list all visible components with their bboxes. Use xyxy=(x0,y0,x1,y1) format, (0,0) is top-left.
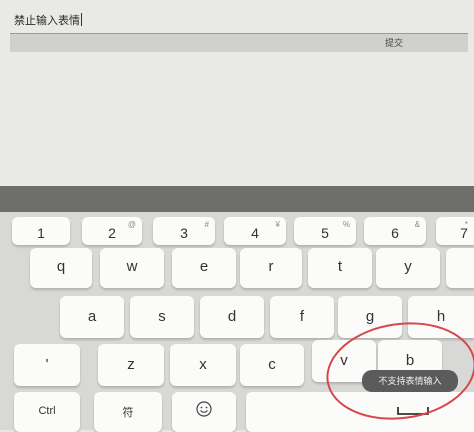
key-sublabel: * xyxy=(464,220,468,229)
key-q[interactable]: q xyxy=(30,248,92,288)
key-label: r xyxy=(268,258,274,275)
key-s[interactable]: s xyxy=(130,296,194,338)
key-label: t xyxy=(337,258,343,275)
key-t[interactable]: t xyxy=(308,248,372,288)
key-a[interactable]: a xyxy=(60,296,124,338)
key-label: w xyxy=(126,258,138,275)
key-d[interactable]: d xyxy=(200,296,264,338)
submit-button[interactable]: 提交 xyxy=(10,34,468,52)
key-z[interactable]: z xyxy=(98,344,164,386)
key-sublabel: % xyxy=(342,220,350,229)
key-label: x xyxy=(199,356,207,373)
key-sublabel: & xyxy=(414,220,420,229)
key-r[interactable]: r xyxy=(240,248,302,288)
app-content: 禁止输入表情 提交 xyxy=(0,0,474,186)
key-sublabel: ¥ xyxy=(275,220,280,229)
smiley-icon xyxy=(196,401,212,417)
key-5[interactable]: 5% xyxy=(294,217,356,245)
key-label: y xyxy=(404,258,412,275)
text-caret xyxy=(81,13,82,26)
key-label: e xyxy=(199,258,209,275)
key-label: g xyxy=(365,308,375,325)
key-label: s xyxy=(158,308,166,325)
key-f[interactable]: f xyxy=(270,296,334,338)
ctrl-key[interactable]: Ctrl xyxy=(14,392,80,432)
key-u[interactable] xyxy=(446,248,474,288)
key-6[interactable]: 6 & xyxy=(364,217,426,245)
key-x[interactable]: x xyxy=(170,344,236,386)
key-7[interactable]: 7 * xyxy=(436,217,474,245)
key-y[interactable]: y xyxy=(376,248,440,288)
symbols-key[interactable]: 符 xyxy=(94,392,162,432)
key-label: d xyxy=(227,308,237,325)
key-1[interactable]: 1 xyxy=(12,217,70,245)
key-label: 符 xyxy=(122,407,134,419)
key-w[interactable]: w xyxy=(100,248,164,288)
key-apostrophe[interactable]: ' xyxy=(14,344,80,386)
key-label: f xyxy=(299,308,305,325)
key-label: q xyxy=(56,258,66,275)
emoji-key[interactable] xyxy=(172,392,236,432)
key-label: z xyxy=(127,356,135,373)
key-e[interactable]: e xyxy=(172,248,236,288)
key-2[interactable]: 2 @ xyxy=(82,217,142,245)
key-sublabel: # xyxy=(204,220,209,229)
key-label: a xyxy=(87,308,97,325)
key-4[interactable]: 4 ¥ xyxy=(224,217,286,245)
key-label: 1 xyxy=(37,225,45,241)
key-3[interactable]: 3 # xyxy=(153,217,215,245)
key-label: Ctrl xyxy=(38,405,56,417)
key-label: ' xyxy=(45,356,49,373)
key-c[interactable]: c xyxy=(240,344,304,386)
text-input[interactable]: 禁止输入表情 xyxy=(10,8,468,34)
key-label: c xyxy=(268,356,276,373)
key-sublabel: @ xyxy=(127,220,136,229)
keyboard-top-bar xyxy=(0,186,474,212)
input-value: 禁止输入表情 xyxy=(14,15,80,27)
